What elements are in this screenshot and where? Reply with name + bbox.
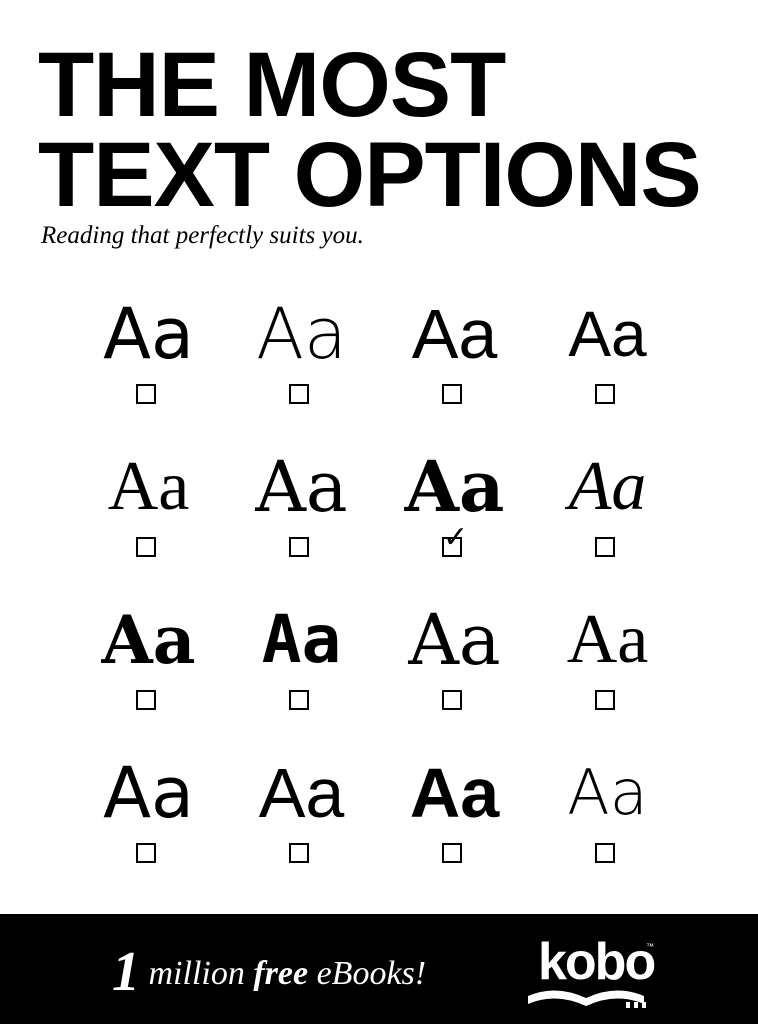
font-option: Aa [531, 292, 684, 445]
checkmark-icon: ✓ [443, 520, 469, 555]
tagline-number: 1 [112, 941, 140, 1003]
font-sample: Aa [568, 448, 647, 525]
font-option: Aa ✓ [378, 445, 531, 598]
headline: THE MOST TEXT OPTIONS [38, 34, 702, 226]
font-sample: Aa [103, 752, 194, 834]
font-checkbox[interactable] [289, 537, 309, 557]
font-option: Aa [72, 292, 225, 445]
tagline: 1 million free eBooks! [112, 942, 426, 1004]
font-checkbox[interactable]: ✓ [442, 523, 468, 557]
footer-banner: 1 million free eBooks! kobo ™ [0, 914, 758, 1024]
font-option: Aa [72, 445, 225, 598]
tagline-end: eBooks! [308, 955, 427, 992]
font-checkbox[interactable] [136, 537, 156, 557]
font-sample: Aa [404, 445, 505, 528]
font-option: Aa [531, 598, 684, 751]
font-checkbox[interactable] [136, 384, 156, 404]
font-sample: Aa [409, 754, 500, 832]
font-options-grid: Aa Aa Aa Aa Aa Aa Aa ✓ Aa Aa Aa Aa Aa Aa… [72, 292, 684, 904]
font-option: Aa [378, 751, 531, 904]
font-option: Aa [225, 292, 378, 445]
font-option: Aa [378, 292, 531, 445]
font-option: Aa [531, 751, 684, 904]
font-checkbox[interactable] [442, 843, 462, 863]
font-checkbox[interactable] [595, 537, 615, 557]
font-checkbox[interactable] [442, 384, 462, 404]
font-sample: Aa [101, 601, 196, 679]
font-sample: Aa [261, 601, 342, 678]
font-checkbox[interactable] [595, 843, 615, 863]
font-option: Aa [378, 598, 531, 751]
font-sample: Aa [256, 293, 347, 375]
font-sample: Aa [107, 448, 190, 525]
font-sample: Aa [258, 754, 345, 832]
font-option: Aa [225, 751, 378, 904]
font-sample: Aa [103, 293, 194, 375]
kobo-logo: kobo ™ [526, 932, 656, 1012]
font-checkbox[interactable] [595, 690, 615, 710]
font-sample: Aa [408, 599, 501, 681]
headline-line-1: THE MOST [38, 34, 506, 136]
font-sample: Aa [411, 295, 498, 373]
font-option: Aa [531, 445, 684, 598]
font-option: Aa [72, 598, 225, 751]
font-sample: Aa [255, 446, 348, 528]
font-checkbox[interactable] [442, 690, 462, 710]
font-checkbox[interactable] [136, 690, 156, 710]
headline-line-2: TEXT OPTIONS [38, 124, 702, 226]
font-option: Aa [72, 751, 225, 904]
tagline-text: million [140, 955, 254, 992]
font-checkbox[interactable] [136, 843, 156, 863]
font-sample: Aa [567, 756, 648, 829]
subtitle: Reading that perfectly suits you. [41, 222, 364, 249]
book-icon [528, 990, 646, 1008]
tagline-free: free [253, 955, 309, 992]
font-option: Aa [225, 445, 378, 598]
font-checkbox[interactable] [289, 690, 309, 710]
font-sample: Aa [566, 601, 649, 678]
font-checkbox[interactable] [289, 843, 309, 863]
font-checkbox[interactable] [289, 384, 309, 404]
font-checkbox[interactable] [595, 384, 615, 404]
font-option: Aa [225, 598, 378, 751]
font-sample: Aa [568, 298, 647, 370]
